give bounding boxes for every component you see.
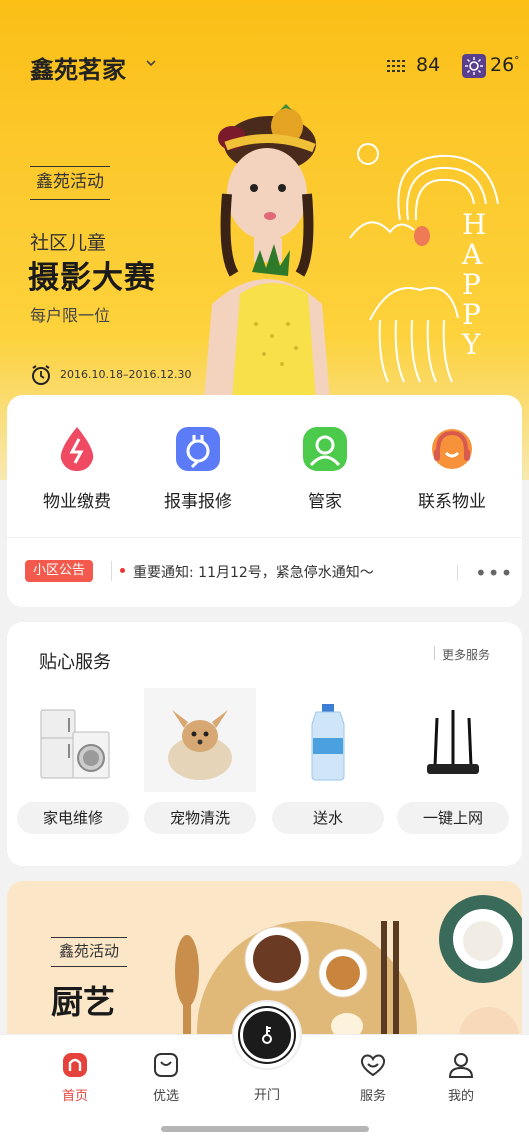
bag-icon: [154, 1053, 178, 1077]
more-services-link[interactable]: 更多服务: [442, 646, 490, 663]
alarm-clock-icon: [32, 365, 50, 385]
sun-icon: [462, 54, 486, 78]
router-icon: [427, 710, 479, 774]
tab-service-label: 服务: [359, 1089, 386, 1104]
notice-badge: 小区公告: [25, 560, 93, 582]
card-divider: [7, 537, 522, 538]
open-door-inner: [240, 1008, 294, 1062]
water-bottle-icon: [311, 704, 345, 781]
butler-label: 管家: [308, 492, 342, 512]
payment-label: 物业缴费: [43, 492, 111, 512]
contact-property-button[interactable]: 联系物业: [392, 423, 512, 523]
activity-banner[interactable]: 鑫苑活动 社区儿童 摄影大赛 每户限一位 2016.10.18–2016.12.…: [0, 100, 529, 400]
care-item-water[interactable]: 送水: [272, 688, 384, 838]
tab-selected-label: 优选: [152, 1089, 179, 1104]
butler-icon: [303, 427, 347, 471]
food-illustration: [175, 895, 522, 1051]
heart-icon: [360, 1054, 386, 1077]
home-indicator[interactable]: [161, 1126, 369, 1132]
appliance-icon: [40, 709, 110, 779]
top-header: 鑫苑茗家 84 26°: [0, 44, 529, 90]
more-options-icon[interactable]: •••: [475, 561, 513, 585]
notice-text[interactable]: 重要通知: 11月12号，紧急停水通知～: [133, 562, 374, 582]
care-item-pet[interactable]: 宠物清洗: [144, 688, 256, 838]
contact-property-label: 联系物业: [418, 492, 486, 512]
banner-title: 摄影大赛: [28, 260, 156, 296]
community-selector[interactable]: 鑫苑茗家: [30, 50, 126, 85]
air-quality-icon: [387, 60, 405, 72]
tab-selected[interactable]: 优选: [136, 1051, 196, 1104]
child-photo-image: [204, 104, 330, 400]
notice-dot: [120, 568, 125, 573]
banner-line1: 社区儿童: [30, 232, 107, 254]
tab-service[interactable]: 服务: [343, 1051, 403, 1104]
tab-home[interactable]: 首页: [45, 1051, 105, 1104]
open-door-label: 开门: [253, 1088, 280, 1103]
report-repair-label: 报事报修: [164, 492, 232, 512]
care-more-separator: [434, 646, 435, 660]
quick-services-card: 物业缴费 报事报修 管家 联系物业 小区公告 重要通知: 11月12号，紧急停水…: [7, 395, 522, 607]
payment-button[interactable]: 物业缴费: [17, 423, 137, 523]
care-label-appliance: 家电维修: [17, 802, 129, 834]
notice-separator: [111, 561, 112, 581]
home-icon: [63, 1053, 87, 1077]
banner-date: 2016.10.18–2016.12.30: [60, 368, 192, 381]
tab-profile-label: 我的: [447, 1089, 474, 1104]
happy-doodle-text: HAPPY: [462, 208, 487, 361]
air-quality-value: 84: [416, 54, 441, 76]
plug-icon: [176, 427, 220, 471]
banner-subtitle: 每户限一位: [30, 306, 111, 325]
profile-icon: [448, 1053, 474, 1078]
open-door-button[interactable]: [232, 1000, 302, 1070]
care-label-internet: 一键上网: [397, 802, 509, 834]
banner-tag: 鑫苑活动: [30, 166, 110, 200]
care-label-pet: 宠物清洗: [144, 802, 256, 834]
notice-separator-right: [457, 565, 458, 581]
chevron-down-icon[interactable]: [146, 58, 156, 68]
pet-icon: [144, 688, 256, 792]
promo-title: 厨艺: [51, 983, 116, 1021]
tab-profile[interactable]: 我的: [431, 1051, 491, 1104]
butler-button[interactable]: 管家: [265, 423, 385, 523]
care-item-appliance[interactable]: 家电维修: [17, 688, 129, 838]
temperature-value: 26°: [490, 54, 520, 76]
promo-tag: 鑫苑活动: [51, 937, 127, 967]
care-item-internet[interactable]: 一键上网: [397, 688, 509, 838]
headset-icon: [432, 429, 472, 469]
key-icon: [262, 1026, 272, 1044]
payment-drop-icon: [60, 427, 94, 471]
report-repair-button[interactable]: 报事报修: [138, 423, 258, 523]
tab-home-label: 首页: [61, 1089, 88, 1104]
care-services-card: 贴心服务 更多服务 家电维修 宠物清洗 送水 一键上网: [7, 622, 522, 866]
care-title: 贴心服务: [39, 652, 111, 673]
care-label-water: 送水: [272, 802, 384, 834]
